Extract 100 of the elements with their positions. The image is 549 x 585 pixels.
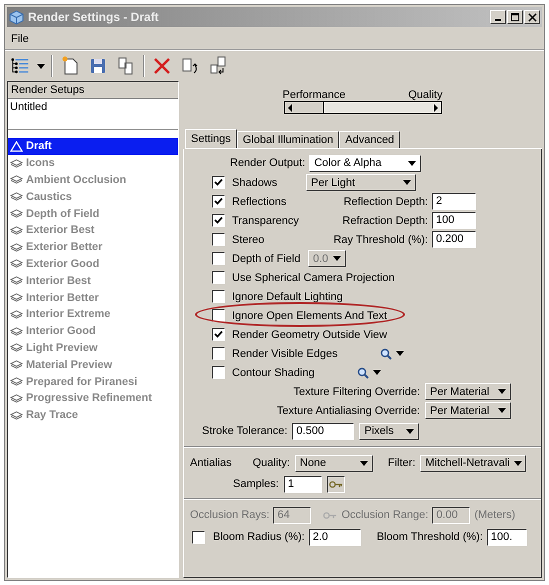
key-button[interactable] (326, 476, 345, 492)
checkbox[interactable] (212, 290, 225, 303)
minimize-icon (495, 19, 501, 21)
minimize-button[interactable] (490, 10, 506, 24)
field-label: Bloom Threshold (%): (376, 531, 483, 543)
tab[interactable]: Settings (185, 129, 237, 148)
section-label: Antialias (190, 457, 232, 469)
close-icon (528, 12, 536, 22)
slider-thumb[interactable] (284, 102, 324, 113)
layers-icon (10, 174, 23, 186)
checkbox[interactable] (212, 309, 225, 322)
caret-icon (37, 64, 45, 68)
option-label: Depth of Field (232, 252, 302, 264)
checkbox[interactable] (212, 271, 225, 284)
layers-icon (10, 342, 23, 354)
layers-icon (10, 208, 23, 220)
field-label: Bloom Radius (%): (213, 531, 305, 543)
key-icon (328, 480, 343, 488)
checkbox[interactable] (192, 530, 205, 544)
dropdown[interactable]: Pixels (359, 422, 420, 440)
layers-icon (10, 158, 23, 169)
option-label: Contour Shading (232, 366, 315, 378)
option-label: Use Spherical Camera Projection (232, 272, 395, 284)
field-label: Occlusion Range: (341, 509, 428, 521)
caret-icon (360, 460, 368, 466)
input-field[interactable]: 0.500 (292, 422, 354, 440)
right-arrow-icon (432, 104, 438, 112)
checkbox[interactable] (212, 195, 225, 208)
dropdown[interactable]: Per Light (306, 174, 416, 191)
checkbox[interactable] (212, 328, 225, 341)
input-field[interactable]: 100. (486, 528, 527, 546)
tab[interactable]: Global Illumination (236, 131, 340, 148)
field-label: Refraction Depth: (341, 214, 428, 226)
field-label: Quality: (252, 457, 290, 469)
option-label: Transparency (232, 214, 300, 226)
caret-icon (514, 460, 522, 466)
field-label: Reflection Depth: (342, 196, 428, 208)
layers-icon (10, 326, 23, 337)
layers-icon (10, 292, 23, 304)
caret-icon (406, 428, 414, 434)
setup-name: Untitled (8, 99, 178, 130)
layers-icon (10, 258, 23, 270)
option-label: Ignore Open Elements And Text (232, 310, 388, 322)
search-icon[interactable] (380, 348, 392, 360)
checkbox[interactable] (212, 214, 225, 227)
layers-icon (10, 275, 23, 286)
layers-icon (10, 191, 23, 202)
option-label: Ignore Default Lighting (232, 290, 343, 302)
slider-label: Quality (408, 89, 442, 101)
layers-icon (10, 392, 23, 404)
maximize-button[interactable] (507, 10, 523, 24)
setup-item[interactable]: Draft (8, 138, 178, 155)
unit-label: (Meters) (474, 509, 516, 521)
caret-icon (372, 370, 381, 375)
field-label: Texture Antialiasing Override: (276, 404, 420, 416)
caret-icon (396, 351, 404, 356)
dropdown[interactable]: Per Material (425, 402, 511, 419)
caret-icon (403, 180, 411, 185)
field-label: Texture Filtering Override: (293, 386, 420, 398)
checkbox[interactable] (212, 233, 225, 246)
quality-slider[interactable] (284, 101, 442, 114)
field-label: Occlusion Rays: (190, 509, 270, 521)
field-label: Samples: (233, 478, 279, 490)
close-button[interactable] (524, 10, 540, 24)
input-field[interactable]: 2 (432, 193, 476, 210)
input-field[interactable]: 0.200 (432, 231, 476, 248)
layers-icon (10, 308, 23, 320)
maximize-icon (510, 12, 520, 22)
input-field[interactable]: 100 (432, 212, 476, 229)
checkbox[interactable] (212, 176, 225, 189)
dropdown[interactable]: None (294, 454, 373, 472)
caret-icon (498, 408, 506, 413)
input-field[interactable]: 2.0 (308, 528, 361, 546)
search-icon[interactable] (356, 366, 369, 378)
dropdown[interactable]: Per Material (425, 383, 511, 400)
layers-icon (10, 376, 23, 388)
layers-icon (10, 359, 23, 370)
layers-icon (10, 224, 23, 236)
option-label: Render Geometry Outside View (232, 328, 388, 340)
layers-icon (10, 410, 23, 421)
cube-icon (9, 10, 24, 24)
key-icon (323, 510, 338, 520)
checkbox[interactable] (212, 252, 225, 265)
field-label: Stroke Tolerance: (202, 425, 288, 437)
option-label: Shadows (232, 176, 278, 188)
field-label: Render Output: (230, 157, 306, 169)
field-label: Ray Threshold (%): (332, 234, 428, 246)
caret-icon (408, 160, 416, 166)
checkbox[interactable] (212, 347, 225, 360)
caret-icon (333, 256, 341, 261)
caret-icon (498, 389, 506, 394)
tab[interactable]: Advanced (339, 131, 400, 148)
menu-item[interactable]: File (11, 33, 29, 45)
column-header: Render Setups (8, 82, 178, 99)
option-label: Render Visible Edges (232, 348, 338, 360)
render-output-dropdown[interactable]: Color & Alpha (309, 154, 422, 172)
input-field[interactable]: 1 (284, 476, 322, 492)
option-label: Reflections (232, 196, 288, 208)
dropdown[interactable]: Mitchell-Netravali (420, 454, 526, 472)
checkbox[interactable] (212, 366, 225, 379)
